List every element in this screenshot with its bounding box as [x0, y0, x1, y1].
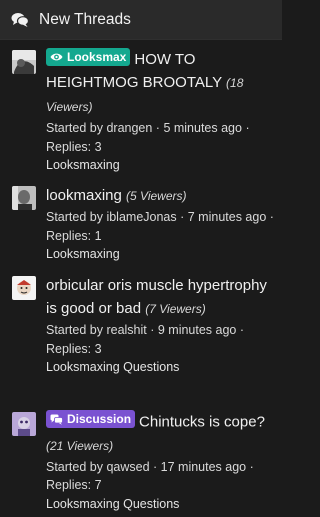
thread-item: Discussion Chintucks is cope? (21 Viewer… — [0, 410, 282, 514]
thread-meta: Started by qawsed · 17 minutes ago · Rep… — [46, 459, 254, 493]
started-by-text: Started by — [46, 121, 107, 135]
timestamp[interactable]: 17 minutes ago — [161, 460, 246, 474]
viewer-count: (21 Viewers) — [46, 438, 114, 453]
author-link[interactable]: realshit — [106, 323, 146, 337]
prefix-label-looksmax[interactable]: Looksmax — [46, 48, 131, 66]
reply-count: Replies: 1 — [46, 228, 102, 243]
thread-title-link[interactable]: lookmaxing — [46, 187, 122, 204]
author-link[interactable]: iblameJonas — [106, 210, 176, 224]
timestamp[interactable]: 7 minutes ago — [188, 210, 267, 224]
comments-icon — [11, 12, 29, 28]
timestamp[interactable]: 5 minutes ago — [163, 121, 242, 135]
thread-item: lookmaxing (5 Viewers) Started by iblame… — [0, 184, 282, 264]
reply-count: Replies: 3 — [46, 139, 102, 154]
thread-meta: Started by realshit · 9 minutes ago · Re… — [46, 323, 245, 356]
thread-meta: Started by iblameJonas · 7 minutes ago ·… — [46, 210, 274, 243]
reply-count: Replies: 3 — [46, 341, 102, 356]
chat-bubbles-icon — [50, 414, 63, 425]
reply-count: Replies: 7 — [46, 478, 102, 492]
eye-icon — [50, 52, 63, 62]
new-threads-widget: New Threads Looksmax HOW TO HEIGHTMOG BR… — [0, 0, 282, 517]
viewer-count: (7 Viewers) — [145, 302, 206, 316]
avatar[interactable] — [12, 276, 36, 300]
avatar[interactable] — [12, 412, 36, 436]
author-link[interactable]: drangen — [106, 121, 152, 135]
widget-title: New Threads — [39, 10, 131, 28]
avatar[interactable] — [12, 186, 36, 210]
forum-link[interactable]: Looksmaxing Questions — [46, 495, 274, 514]
thread-item: Looksmax HOW TO HEIGHTMOG BROOTALY (18 V… — [0, 48, 282, 175]
started-by-text: Started by — [46, 459, 107, 474]
label-text: Discussion — [67, 411, 132, 426]
label-text: Looksmax — [67, 49, 127, 64]
thread-item: orbicular oris muscle hypertrophy is goo… — [0, 274, 282, 377]
started-by-text: Started by — [46, 323, 107, 337]
avatar[interactable] — [12, 50, 36, 74]
author-link[interactable]: qawsed — [106, 460, 149, 474]
started-by-text: Started by — [46, 210, 107, 224]
thread-title-link[interactable]: Chintucks is cope? — [139, 414, 265, 431]
forum-link[interactable]: Looksmaxing Questions — [46, 358, 274, 377]
widget-header[interactable]: New Threads — [0, 0, 282, 40]
forum-link[interactable]: Looksmaxing — [46, 245, 274, 264]
timestamp[interactable]: 9 minutes ago — [158, 323, 237, 337]
forum-link[interactable]: Looksmaxing — [46, 156, 274, 175]
prefix-label-discussion[interactable]: Discussion — [46, 410, 136, 428]
thread-meta: Started by drangen · 5 minutes ago · Rep… — [46, 121, 250, 154]
viewer-count: (5 Viewers) — [126, 189, 187, 203]
